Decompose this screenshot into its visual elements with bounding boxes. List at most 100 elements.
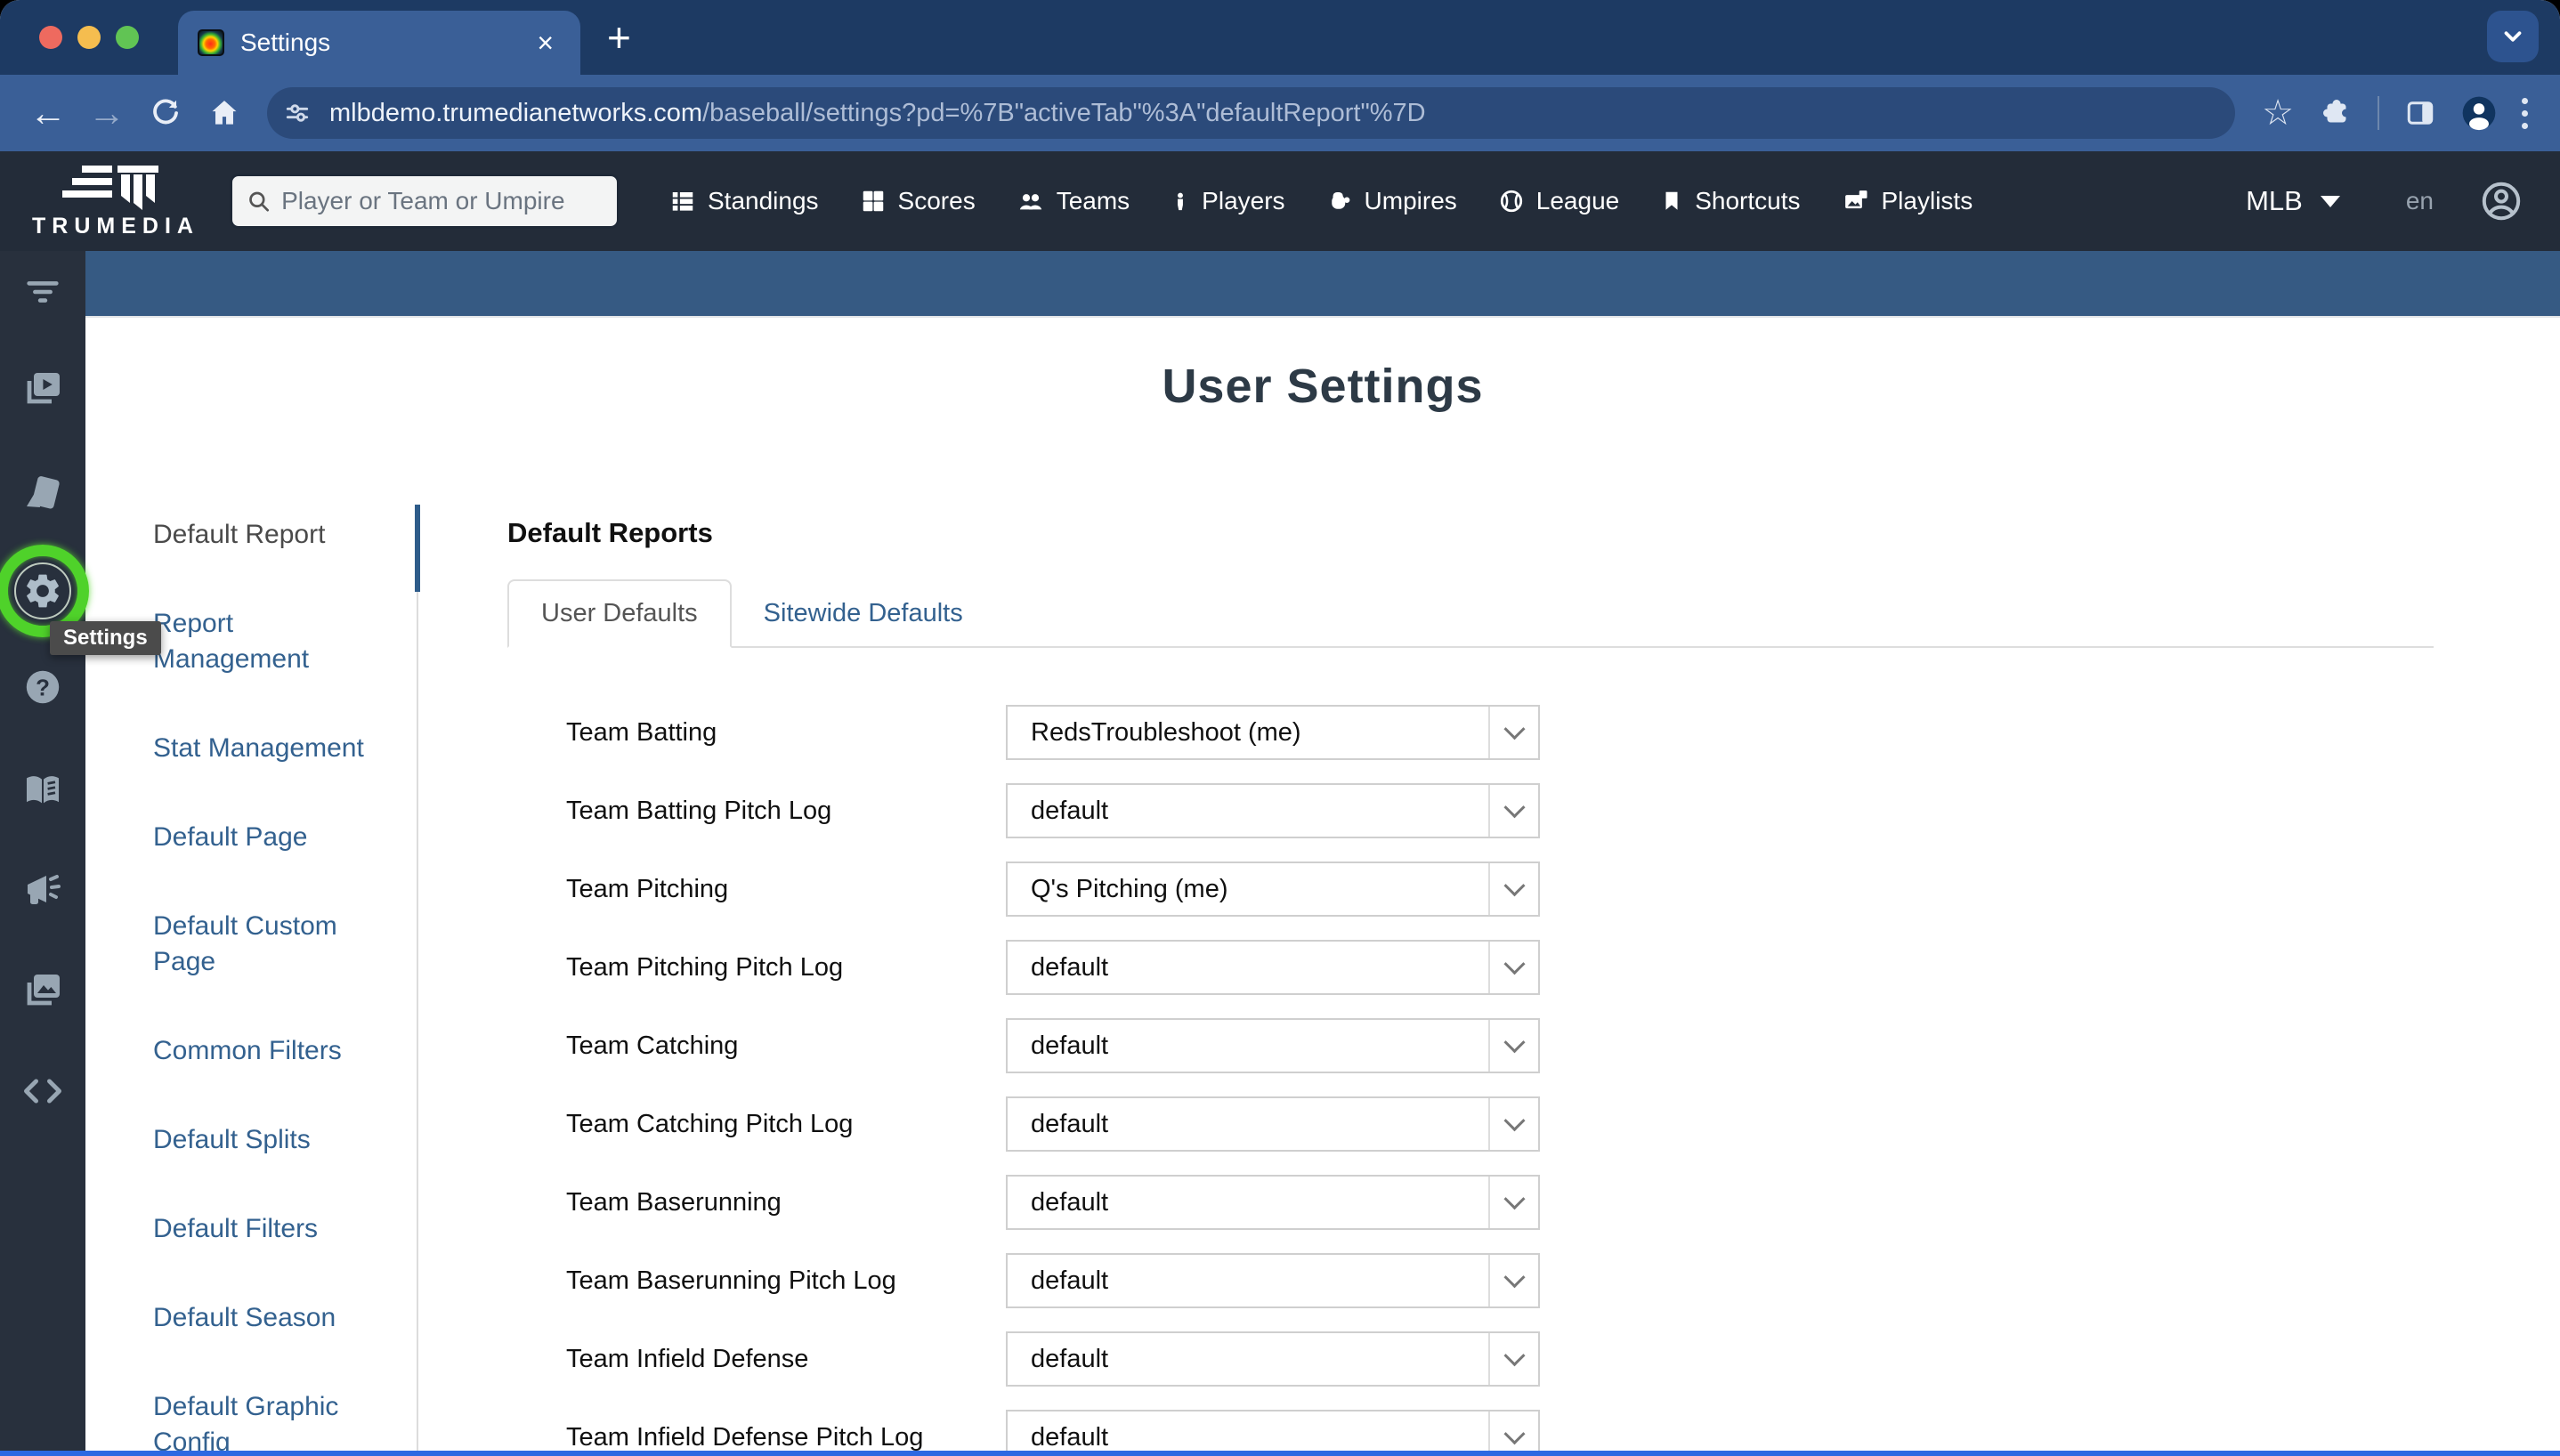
settings-nav-item[interactable]: Common Filters — [153, 1033, 417, 1069]
chevron-down-icon — [2321, 196, 2340, 207]
video-library-icon[interactable] — [21, 367, 64, 409]
browser-menu-button[interactable] — [2513, 98, 2537, 129]
select-chevron-button[interactable] — [1488, 1333, 1538, 1385]
bookmark-star-icon[interactable]: ☆ — [2253, 93, 2303, 133]
settings-gear-icon[interactable] — [22, 570, 63, 611]
settings-nav-item[interactable]: Default Report — [153, 517, 417, 553]
report-select[interactable]: default — [1006, 1175, 1540, 1230]
select-chevron-button[interactable] — [1488, 942, 1538, 993]
settings-tooltip: Settings — [50, 621, 161, 655]
nav-item-playlists[interactable]: Playlists — [1842, 187, 1973, 215]
default-reports-form: Team Batting RedsTroubleshoot (me) Team … — [507, 705, 2434, 1451]
report-select[interactable]: default — [1006, 783, 1540, 838]
nav-item-teams[interactable]: Teams — [1017, 187, 1130, 215]
nav-label: Standings — [708, 187, 819, 215]
address-bar[interactable]: mlbdemo.trumedianetworks.com/baseball/se… — [267, 87, 2235, 139]
global-search[interactable] — [230, 174, 620, 229]
teams-icon — [1017, 188, 1045, 214]
browser-profile-avatar[interactable] — [2454, 93, 2504, 133]
search-input[interactable] — [281, 187, 603, 215]
select-chevron-button[interactable] — [1488, 1255, 1538, 1306]
side-panel-button[interactable] — [2395, 97, 2445, 129]
form-row: Team Infield Defense default — [566, 1331, 2434, 1387]
report-select[interactable]: default — [1006, 1410, 1540, 1451]
glossary-book-icon[interactable] — [21, 769, 64, 812]
nav-item-standings[interactable]: Standings — [669, 187, 819, 215]
home-button[interactable] — [199, 96, 249, 130]
forward-button[interactable]: → — [82, 94, 132, 132]
tab-item[interactable]: User Defaults — [507, 579, 732, 648]
settings-nav-item[interactable]: Default Custom Page — [153, 909, 417, 980]
nav-item-shortcuts[interactable]: Shortcuts — [1660, 187, 1800, 215]
help-icon[interactable]: ? — [22, 667, 63, 708]
field-label: Team Baserunning — [566, 1188, 1006, 1217]
form-row: Team Pitching Pitch Log default — [566, 940, 2434, 995]
avatar-icon — [2459, 93, 2499, 133]
new-tab-button[interactable]: + — [607, 17, 631, 58]
select-value: Q's Pitching (me) — [1008, 875, 1488, 904]
report-select[interactable]: default — [1006, 940, 1540, 995]
select-chevron-button[interactable] — [1488, 863, 1538, 915]
back-button[interactable]: ← — [23, 94, 73, 132]
select-chevron-button[interactable] — [1488, 1020, 1538, 1072]
report-select[interactable]: default — [1006, 1253, 1540, 1308]
extensions-button[interactable] — [2312, 97, 2362, 129]
select-value: RedsTroubleshoot (me) — [1008, 718, 1488, 748]
chevron-down-icon — [1503, 718, 1525, 740]
tab-item[interactable]: Sitewide Defaults — [732, 581, 995, 646]
url-path: /baseball/settings?pd=%7B"activeTab"%3A"… — [702, 99, 1426, 128]
minimize-window-button[interactable] — [77, 26, 101, 49]
nav-item-league[interactable]: League — [1498, 187, 1619, 215]
settings-nav-item[interactable]: Report Management — [153, 606, 417, 677]
report-select[interactable]: default — [1006, 1331, 1540, 1387]
browser-window: Settings × + ← → mlbdemo.trumedianetwork… — [0, 0, 2560, 1456]
zoom-window-button[interactable] — [116, 26, 139, 49]
browser-tab-settings[interactable]: Settings × — [178, 11, 580, 75]
site-info-button[interactable] — [278, 93, 317, 133]
settings-nav-item[interactable]: Default Season — [153, 1300, 417, 1336]
nav-label: Umpires — [1365, 187, 1457, 215]
select-value: default — [1008, 1266, 1488, 1296]
tab-search-button[interactable] — [2487, 11, 2539, 62]
league-selector[interactable]: MLB — [2246, 185, 2340, 217]
field-label: Team Batting — [566, 718, 1006, 748]
players-icon — [1171, 188, 1190, 214]
media-gallery-icon[interactable] — [21, 968, 64, 1011]
settings-nav-item[interactable]: Default Page — [153, 820, 417, 855]
select-chevron-button[interactable] — [1488, 1412, 1538, 1451]
report-select[interactable]: default — [1006, 1096, 1540, 1152]
megaphone-icon[interactable] — [21, 869, 64, 911]
brand-name: TRUMEDIA — [32, 214, 199, 239]
settings-nav-item[interactable]: Default Splits — [153, 1122, 417, 1158]
close-window-button[interactable] — [39, 26, 62, 49]
report-select[interactable]: default — [1006, 1018, 1540, 1073]
nav-item-umpires[interactable]: Umpires — [1326, 187, 1457, 215]
settings-nav-item[interactable]: Default Filters — [153, 1211, 417, 1247]
select-chevron-button[interactable] — [1488, 1098, 1538, 1150]
trumedia-logo[interactable]: TRUMEDIA — [25, 164, 207, 239]
cards-icon[interactable] — [21, 471, 64, 514]
nav-item-players[interactable]: Players — [1171, 187, 1284, 215]
page-title: User Settings — [85, 359, 2560, 414]
user-profile-button[interactable] — [2480, 180, 2523, 222]
select-chevron-button[interactable] — [1488, 707, 1538, 758]
nav-item-scores[interactable]: Scores — [860, 187, 976, 215]
select-value: default — [1008, 1110, 1488, 1139]
select-chevron-button[interactable] — [1488, 1177, 1538, 1228]
select-chevron-button[interactable] — [1488, 785, 1538, 837]
report-select[interactable]: Q's Pitching (me) — [1006, 861, 1540, 917]
field-label: Team Infield Defense — [566, 1345, 1006, 1374]
nav-label: Teams — [1057, 187, 1130, 215]
settings-nav-item[interactable]: Default Graphic Config — [153, 1389, 417, 1451]
nav-label: Scores — [898, 187, 976, 215]
reload-button[interactable] — [141, 96, 190, 130]
report-select[interactable]: RedsTroubleshoot (me) — [1006, 705, 1540, 760]
tab-title: Settings — [240, 28, 530, 57]
url-domain: mlbdemo.trumedianetworks.com — [329, 99, 702, 128]
language-selector[interactable]: en — [2406, 187, 2434, 215]
tab-close-icon[interactable]: × — [530, 25, 561, 61]
filter-icon[interactable] — [22, 271, 63, 312]
embed-code-icon[interactable] — [20, 1073, 66, 1109]
chevron-down-icon — [1503, 1266, 1525, 1288]
settings-nav-item[interactable]: Stat Management — [153, 731, 417, 766]
